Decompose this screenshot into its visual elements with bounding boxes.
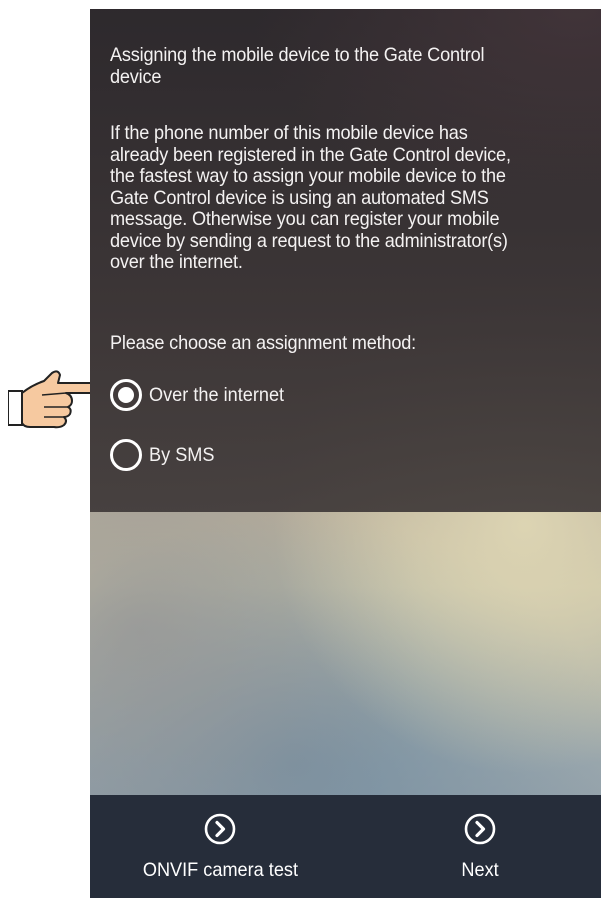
- option-label-internet: Over the internet: [149, 383, 285, 406]
- radio-button-unselected[interactable]: [110, 439, 142, 471]
- radio-button-selected[interactable]: [110, 379, 142, 411]
- option-by-sms[interactable]: By SMS: [110, 437, 219, 473]
- assignment-prompt: Please choose an assignment method:: [110, 332, 417, 354]
- phone-screen: Assigning the mobile device to the Gate …: [90, 9, 601, 898]
- dialog-description: If the phone number of this mobile devic…: [110, 122, 511, 273]
- assignment-panel: Assigning the mobile device to the Gate …: [90, 9, 601, 512]
- onvif-camera-test-button[interactable]: ONVIF camera test: [120, 795, 320, 898]
- next-button[interactable]: Next: [420, 795, 540, 898]
- next-label: Next: [461, 859, 499, 881]
- stage: Assigning the mobile device to the Gate …: [0, 0, 601, 898]
- option-over-the-internet[interactable]: Over the internet: [110, 377, 294, 413]
- bottom-navigation-bar: ONVIF camera test Next: [90, 795, 601, 898]
- chevron-right-circle-icon: [464, 813, 496, 845]
- onvif-camera-test-label: ONVIF camera test: [142, 859, 298, 881]
- chevron-right-circle-icon: [204, 813, 236, 845]
- option-label-sms: By SMS: [149, 443, 215, 466]
- radio-dot: [118, 387, 134, 403]
- dialog-title: Assigning the mobile device to the Gate …: [110, 44, 485, 88]
